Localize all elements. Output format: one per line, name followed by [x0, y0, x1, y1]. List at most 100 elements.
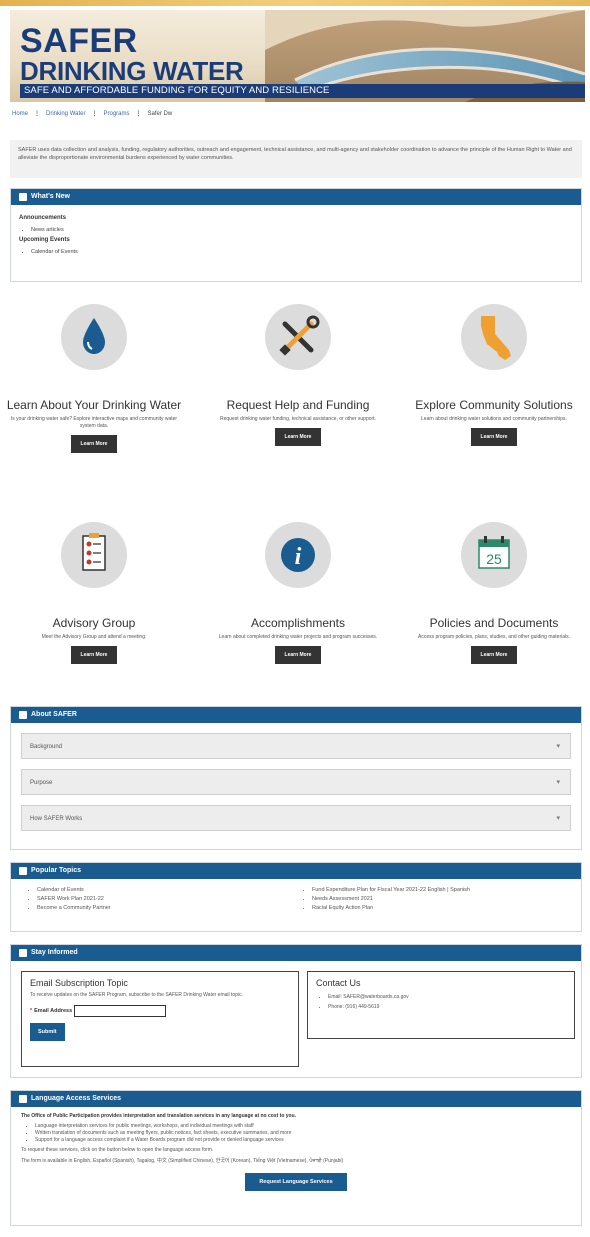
- tile-request-help: Request Help and Funding Request drinkin…: [208, 304, 388, 446]
- stay-informed-panel: Stay Informed Email Subscription Topic T…: [10, 944, 582, 1078]
- breadcrumb-separator: ⋮: [91, 111, 98, 117]
- submit-button[interactable]: Submit: [30, 1023, 65, 1041]
- email-field[interactable]: [74, 1005, 167, 1017]
- email-subscription-box: Email Subscription Topic To receive upda…: [21, 971, 299, 1067]
- tile-title: Learn About Your Drinking Water: [6, 398, 182, 412]
- announcements-label: Announcements: [19, 215, 67, 221]
- accordion-label: How SAFER Works: [30, 816, 83, 822]
- tile-community-solutions: Explore Community Solutions Learn about …: [404, 304, 584, 446]
- whats-new-header: What's New: [11, 189, 581, 205]
- water-drop-icon: [61, 304, 127, 370]
- tile-description: Learn about completed drinking water pro…: [218, 634, 378, 640]
- tile-learn-drinking-water: Learn About Your Drinking Water Is your …: [4, 304, 184, 453]
- contact-phone: Phone: (916) 449-5619: [328, 1004, 566, 1010]
- site-banner: SAFER DRINKING WATER SAFE AND AFFORDABLE…: [10, 10, 585, 102]
- contact-us-box: Contact Us Email: SAFER@waterboards.ca.g…: [307, 971, 575, 1039]
- tile-description: Request drinking water funding, technica…: [220, 416, 376, 422]
- popular-topic-link[interactable]: Fund Expenditure Plan for Fiscal Year 20…: [312, 887, 571, 893]
- announcement-link[interactable]: News articles: [31, 227, 573, 233]
- chevron-down-icon: ▾: [556, 815, 560, 822]
- accordion-background[interactable]: Background ▾: [21, 733, 571, 759]
- contact-email[interactable]: Email: SAFER@waterboards.ca.gov: [328, 994, 566, 1000]
- tile-accomplishments: i Accomplishments Learn about completed …: [208, 522, 388, 664]
- tile-advisory-group: Advisory Group Meet the Advisory Group a…: [4, 522, 184, 664]
- email-row: * Email Address: [30, 1005, 290, 1017]
- whats-new-panel: What's New Announcements News articles U…: [10, 188, 582, 282]
- learn-more-button[interactable]: Learn More: [470, 646, 518, 664]
- banner-topline: [0, 0, 590, 6]
- breadcrumb-separator: ⋮: [135, 111, 142, 117]
- language-service-item: Support for a language access complaint …: [35, 1137, 571, 1144]
- about-safer-header: About SAFER: [11, 707, 581, 723]
- calendar-day: 25: [486, 551, 502, 567]
- popular-topics-left: Calendar of Events SAFER Work Plan 2021-…: [37, 887, 296, 914]
- popular-topic-link[interactable]: Calendar of Events: [37, 887, 296, 893]
- about-safer-panel: About SAFER Background ▾ Purpose ▾ How S…: [10, 706, 582, 850]
- popular-topics-title: Popular Topics: [31, 867, 82, 874]
- popular-topic-link[interactable]: Needs Assessment 2021: [312, 896, 571, 902]
- language-service-item: Written translation of documents such as…: [35, 1130, 571, 1137]
- contact-title: Contact Us: [316, 978, 361, 988]
- info-icon: i: [265, 522, 331, 588]
- calendar-icon: 25: [461, 522, 527, 588]
- tile-title: Advisory Group: [52, 616, 136, 630]
- breadcrumb-current: Safer Dw: [147, 110, 173, 117]
- learn-more-button[interactable]: Learn More: [274, 646, 322, 664]
- tile-description: Is your drinking water safe? Explore int…: [10, 416, 178, 429]
- popular-topics-right: Fund Expenditure Plan for Fiscal Year 20…: [312, 887, 571, 914]
- popular-topics-panel: Popular Topics Calendar of Events SAFER …: [10, 862, 582, 932]
- language-access-panel: Language Access Services The Office of P…: [10, 1090, 582, 1226]
- popular-topic-link[interactable]: SAFER Work Plan 2021-22: [37, 896, 296, 902]
- breadcrumb: Home ⋮ Drinking Water ⋮ Programs ⋮ Safer…: [12, 110, 173, 118]
- language-service-item: Language interpretation services for pub…: [35, 1123, 571, 1130]
- tile-title: Accomplishments: [250, 616, 346, 630]
- tile-description: Meet the Advisory Group and attend a mee…: [41, 634, 147, 640]
- whats-new-title: What's New: [31, 193, 71, 200]
- newspaper-icon: [19, 193, 27, 201]
- intro-text: SAFER uses data collection and analysis,…: [10, 140, 582, 178]
- accordion-purpose[interactable]: Purpose ▾: [21, 769, 571, 795]
- learn-more-button[interactable]: Learn More: [70, 435, 118, 453]
- language-access-header: Language Access Services: [11, 1091, 581, 1107]
- svg-text:i: i: [295, 544, 302, 570]
- email-label: Email Address: [34, 1008, 73, 1014]
- breadcrumb-home[interactable]: Home: [12, 111, 28, 117]
- accordion-label: Purpose: [30, 780, 53, 786]
- popular-topics-header: Popular Topics: [11, 863, 581, 879]
- breadcrumb-programs[interactable]: Programs: [103, 111, 129, 117]
- banner-title-line1: SAFER: [20, 22, 138, 60]
- language-access-title: Language Access Services: [31, 1095, 122, 1102]
- upcoming-events-label: Upcoming Events: [19, 237, 70, 243]
- california-map-icon: [461, 304, 527, 370]
- language-lead: The Office of Public Participation provi…: [21, 1113, 297, 1119]
- popular-topic-link[interactable]: Racial Equity Action Plan: [312, 905, 571, 911]
- event-link[interactable]: Calendar of Events: [31, 249, 573, 255]
- breadcrumb-drinking-water[interactable]: Drinking Water: [46, 111, 85, 117]
- learn-more-button[interactable]: Learn More: [70, 646, 118, 664]
- request-language-services-button[interactable]: Request Language Services: [245, 1173, 347, 1191]
- tile-title: Policies and Documents: [429, 616, 559, 630]
- accordion-label: Background: [30, 744, 63, 750]
- language-icon: [19, 1095, 27, 1103]
- chevron-down-icon: ▾: [556, 743, 560, 750]
- banner-tagline: SAFE AND AFFORDABLE FUNDING FOR EQUITY A…: [20, 84, 585, 98]
- required-mark: *: [30, 1008, 33, 1014]
- tile-title: Request Help and Funding: [226, 398, 370, 412]
- language-note: To request these services, click on the …: [21, 1147, 214, 1153]
- tools-icon: [265, 304, 331, 370]
- subscription-title: Email Subscription Topic: [30, 978, 128, 988]
- stay-informed-header: Stay Informed: [11, 945, 581, 961]
- tile-description: Access program policies, plans, studies,…: [417, 634, 571, 640]
- tile-title: Explore Community Solutions: [415, 398, 573, 412]
- banner-title-line2: DRINKING WATER: [20, 56, 244, 86]
- tile-policies-documents: 25 Policies and Documents Access program…: [404, 522, 584, 664]
- megaphone-icon: [19, 949, 27, 957]
- popular-topic-link[interactable]: Become a Community Partner: [37, 905, 296, 911]
- chevron-down-icon: ▾: [556, 779, 560, 786]
- grid-icon: [19, 711, 27, 719]
- tile-description: Learn about drinking water solutions and…: [421, 416, 567, 422]
- accordion-how-safer-works[interactable]: How SAFER Works ▾: [21, 805, 571, 831]
- learn-more-button[interactable]: Learn More: [274, 428, 322, 446]
- checklist-icon: [61, 522, 127, 588]
- learn-more-button[interactable]: Learn More: [470, 428, 518, 446]
